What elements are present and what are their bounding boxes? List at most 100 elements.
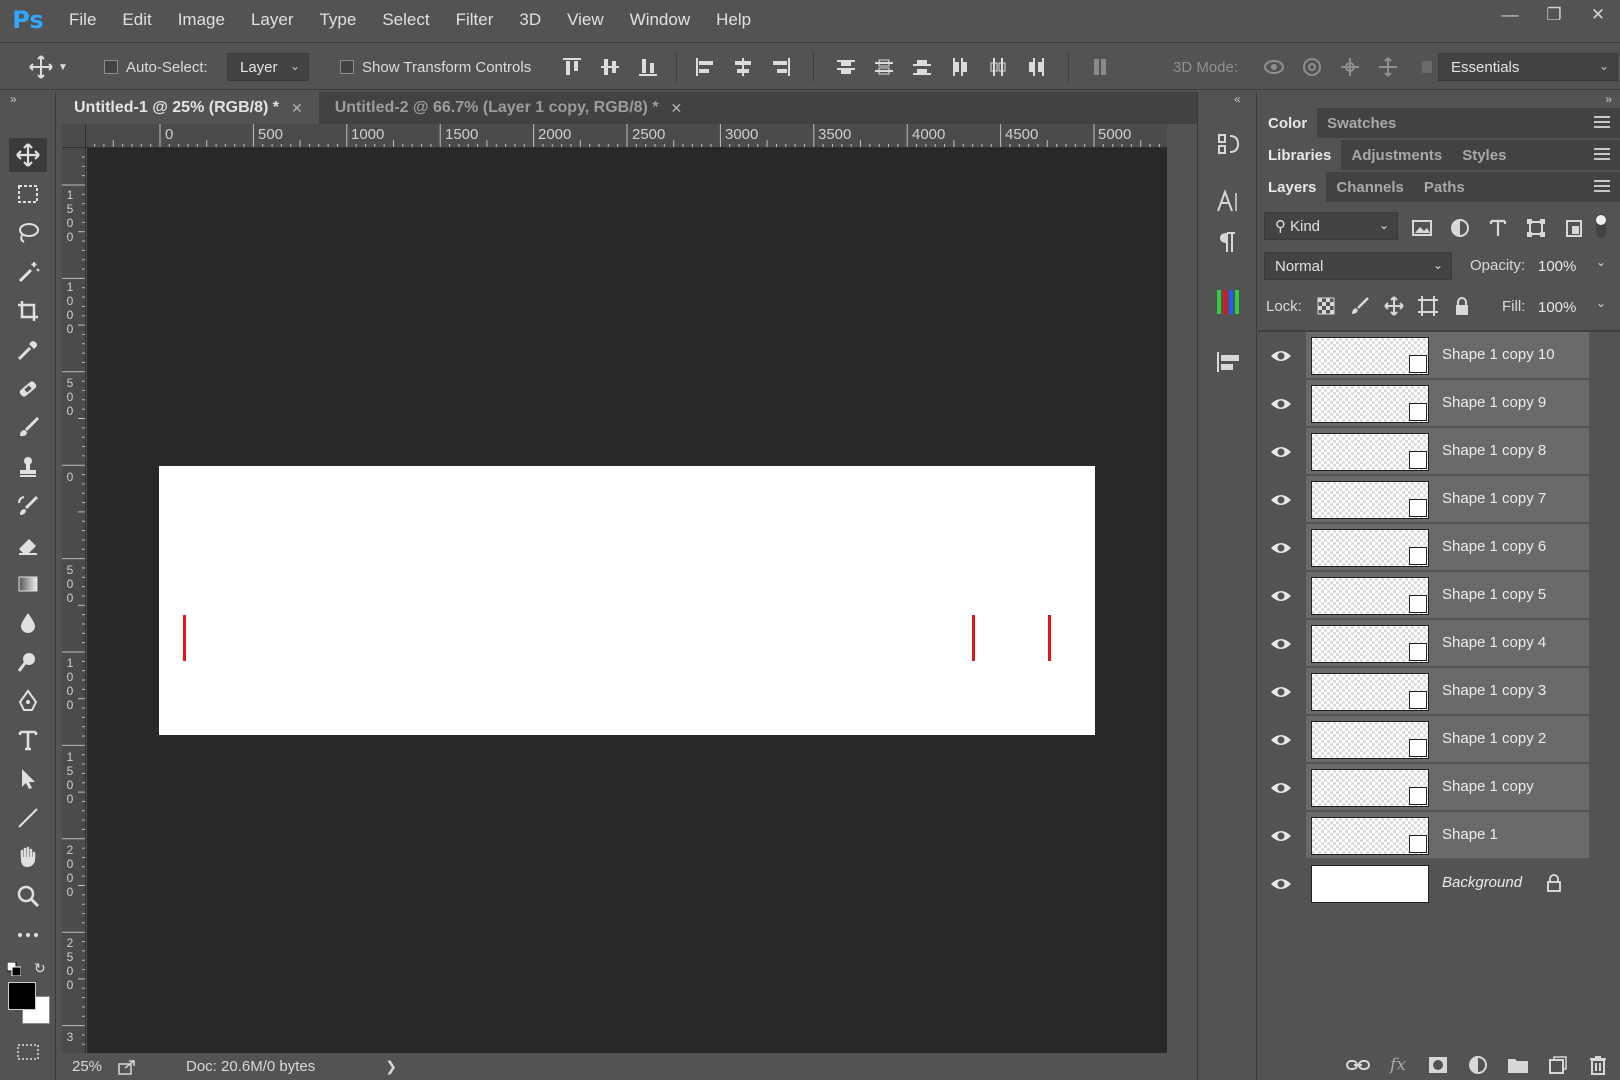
3d-roll-icon[interactable] — [1300, 55, 1324, 79]
tab-paths[interactable]: Paths — [1414, 172, 1475, 202]
lock-position-icon[interactable] — [1382, 294, 1406, 318]
properties-panel-icon[interactable] — [1212, 346, 1244, 378]
lock-transparent-pixels-icon[interactable] — [1314, 294, 1338, 318]
auto-align-layers-icon[interactable] — [1089, 55, 1113, 79]
gradient-tool-icon[interactable] — [9, 567, 47, 601]
visibility-eye-icon[interactable] — [1266, 537, 1296, 559]
minimize-icon[interactable]: — — [1488, 0, 1532, 30]
align-horizontal-centers-icon[interactable] — [731, 55, 755, 79]
tab-swatches[interactable]: Swatches — [1317, 108, 1406, 138]
visibility-eye-icon[interactable] — [1266, 489, 1296, 511]
chevron-down-icon[interactable]: ⌄ — [1596, 296, 1606, 310]
show-transform-checkbox[interactable] — [340, 60, 354, 74]
brush-tool-icon[interactable] — [9, 411, 47, 445]
tab-untitled-2[interactable]: Untitled-2 @ 66.7% (Layer 1 copy, RGB/8)… — [319, 92, 699, 124]
expand-panel-icon[interactable]: » — [10, 92, 17, 106]
layer-row[interactable]: Shape 1 copy 8 — [1258, 428, 1620, 476]
visibility-eye-icon[interactable] — [1266, 393, 1296, 415]
eraser-tool-icon[interactable] — [9, 528, 47, 562]
quick-mask-icon[interactable] — [16, 1042, 40, 1066]
tab-channels[interactable]: Channels — [1326, 172, 1414, 202]
menu-layer[interactable]: Layer — [238, 0, 307, 40]
path-selection-tool-icon[interactable] — [9, 762, 47, 796]
layer-filter-dropdown[interactable]: ⚲ Kind ⌄ — [1264, 212, 1398, 240]
visibility-eye-icon[interactable] — [1266, 729, 1296, 751]
character-panel-icon[interactable] — [1212, 186, 1244, 218]
crop-tool-icon[interactable] — [9, 294, 47, 328]
visibility-eye-icon[interactable] — [1266, 633, 1296, 655]
visibility-eye-icon[interactable] — [1266, 873, 1296, 895]
vertical-scrollbar[interactable] — [1167, 124, 1197, 1053]
line-tool-icon[interactable] — [9, 801, 47, 835]
layer-row[interactable]: Shape 1 copy 7 — [1258, 476, 1620, 524]
tab-color[interactable]: Color — [1258, 108, 1318, 138]
more-tools-icon[interactable] — [9, 918, 47, 952]
paragraph-panel-icon[interactable] — [1212, 226, 1244, 258]
close-window-icon[interactable]: ✕ — [1576, 0, 1620, 30]
distribute-top-icon[interactable] — [834, 55, 858, 79]
marquee-tool-icon[interactable] — [9, 177, 47, 211]
filter-adjustment-icon[interactable] — [1448, 216, 1472, 240]
add-mask-icon[interactable] — [1426, 1053, 1450, 1077]
visibility-eye-icon[interactable] — [1266, 777, 1296, 799]
default-colors-icon[interactable] — [6, 961, 22, 980]
filter-smart-object-icon[interactable] — [1562, 216, 1586, 240]
swap-colors-icon[interactable]: ↻ — [34, 960, 46, 977]
layer-row[interactable]: Shape 1 copy 6 — [1258, 524, 1620, 572]
fill-value[interactable]: 100% — [1538, 299, 1576, 316]
menu-view[interactable]: View — [554, 0, 617, 40]
lock-artboard-icon[interactable] — [1416, 294, 1440, 318]
auto-select-checkbox[interactable] — [104, 60, 118, 74]
red-line-shape[interactable] — [1048, 615, 1051, 661]
3d-slide-icon[interactable] — [1376, 55, 1400, 79]
layer-row-background[interactable]: Background — [1258, 860, 1620, 908]
share-icon[interactable] — [112, 1059, 142, 1075]
hand-tool-icon[interactable] — [9, 840, 47, 874]
filter-type-icon[interactable] — [1486, 216, 1510, 240]
align-bottom-edges-icon[interactable] — [636, 55, 660, 79]
align-top-edges-icon[interactable] — [560, 55, 584, 79]
tab-styles[interactable]: Styles — [1452, 140, 1516, 170]
blur-tool-icon[interactable] — [9, 606, 47, 640]
layer-row[interactable]: Shape 1 copy 10 — [1258, 332, 1620, 380]
pen-tool-icon[interactable] — [9, 684, 47, 718]
visibility-eye-icon[interactable] — [1266, 585, 1296, 607]
visibility-eye-icon[interactable] — [1266, 681, 1296, 703]
tab-layers[interactable]: Layers — [1258, 172, 1327, 202]
align-left-edges-icon[interactable] — [693, 55, 717, 79]
dodge-tool-icon[interactable] — [9, 645, 47, 679]
visibility-eye-icon[interactable] — [1266, 345, 1296, 367]
history-panel-icon[interactable] — [1212, 128, 1244, 160]
auto-select-toggle[interactable]: Auto-Select: — [104, 43, 208, 91]
collapse-panels-icon[interactable]: « — [1234, 92, 1241, 106]
zoom-level[interactable]: 25% — [62, 1053, 112, 1080]
distribute-bottom-icon[interactable] — [910, 55, 934, 79]
panel-menu-icon[interactable] — [1594, 147, 1610, 161]
menu-image[interactable]: Image — [165, 0, 238, 40]
menu-type[interactable]: Type — [306, 0, 369, 40]
tab-libraries[interactable]: Libraries — [1258, 140, 1342, 170]
red-line-shape[interactable] — [972, 615, 975, 661]
distribute-horizontal-centers-icon[interactable] — [986, 55, 1010, 79]
ruler-origin[interactable] — [62, 124, 86, 148]
menu-select[interactable]: Select — [369, 0, 442, 40]
lock-image-pixels-icon[interactable] — [1348, 294, 1372, 318]
panel-menu-icon[interactable] — [1594, 115, 1610, 129]
3d-rotate-icon[interactable] — [1262, 55, 1286, 79]
close-tab-icon[interactable]: ✕ — [291, 100, 303, 117]
collapse-right-icon[interactable]: » — [1605, 92, 1612, 106]
distribute-left-icon[interactable] — [948, 55, 972, 79]
filter-pixel-icon[interactable] — [1410, 216, 1434, 240]
visibility-eye-icon[interactable] — [1266, 441, 1296, 463]
lock-all-icon[interactable] — [1450, 294, 1474, 318]
delete-layer-trash-icon[interactable] — [1586, 1053, 1610, 1077]
menu-window[interactable]: Window — [617, 0, 703, 40]
layer-row[interactable]: Shape 1 copy 2 — [1258, 716, 1620, 764]
eyedropper-tool-icon[interactable] — [9, 333, 47, 367]
menu-3d[interactable]: 3D — [506, 0, 554, 40]
layer-row[interactable]: Shape 1 copy 9 — [1258, 380, 1620, 428]
align-right-edges-icon[interactable] — [769, 55, 793, 79]
new-layer-icon[interactable] — [1546, 1053, 1570, 1077]
link-layers-icon[interactable] — [1346, 1053, 1370, 1077]
filter-shape-icon[interactable] — [1524, 216, 1548, 240]
